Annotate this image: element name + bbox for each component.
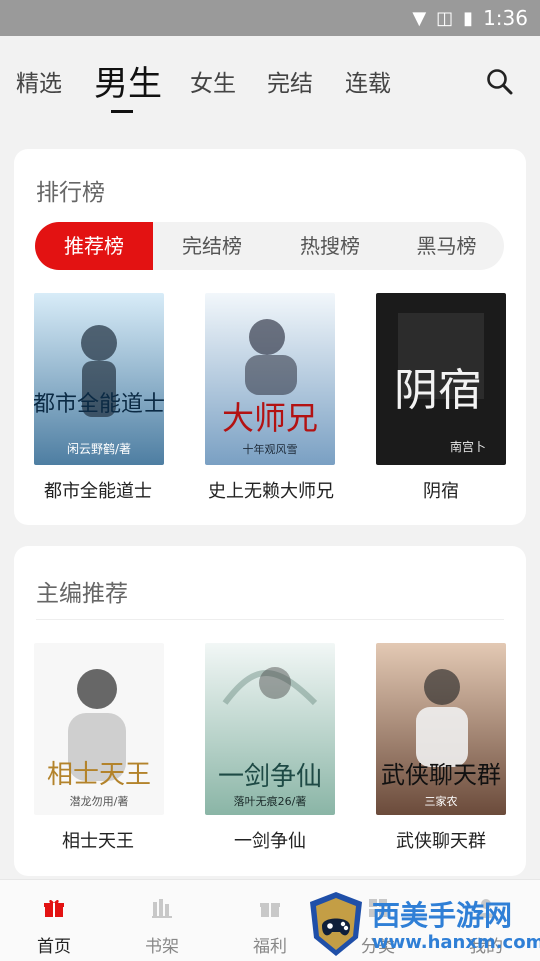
tab-featured[interactable]: 精选: [16, 64, 62, 98]
book-cover-author: 落叶无痕26/著: [234, 794, 307, 808]
book-cover-author: 三家农: [425, 794, 458, 808]
gift-icon: [258, 896, 282, 920]
watermark-url: www.hanxm.com: [372, 932, 540, 953]
book-title: 武侠聊天群: [396, 831, 486, 852]
book-cover-author: 十年观风雪: [243, 442, 298, 456]
book-cover-author: 南宫卜: [450, 439, 486, 454]
gamepad-logo-icon: [310, 892, 362, 956]
book-item[interactable]: 相士天王 潜龙勿用/著 相士天王: [34, 643, 164, 873]
nav-home[interactable]: 首页: [0, 880, 108, 961]
tab-complete-ranking[interactable]: 完结榜: [153, 222, 271, 270]
gift-icon: [42, 896, 66, 920]
book-cover[interactable]: 相士天王 潜龙勿用/著: [34, 643, 164, 815]
book-title: 相士天王: [62, 831, 134, 852]
tab-male[interactable]: 男生: [94, 56, 162, 105]
status-icons: ▼ ◫ ▮ 1:36: [412, 6, 528, 30]
tab-completed[interactable]: 完结: [267, 64, 313, 98]
book-cover-title: 阴宿: [394, 365, 482, 416]
book-cover-title: 都市全能道士: [34, 392, 164, 417]
tab-recommend-ranking[interactable]: 推荐榜: [35, 222, 153, 270]
book-item[interactable]: 大师兄 十年观风雪 史上无赖大师兄: [205, 293, 335, 503]
ranking-card: 排行榜 推荐榜 完结榜 热搜榜 黑马榜 都市全能道士 闲云野鹤/著 都市全能道士: [14, 149, 526, 525]
nav-home-label: 首页: [37, 937, 71, 957]
book-cover-title: 武侠聊天群: [381, 761, 501, 789]
tab-serial[interactable]: 连载: [345, 64, 391, 98]
book-item[interactable]: 阴宿 南宫卜 阴宿: [376, 293, 506, 503]
editor-recommend-title: 主编推荐: [36, 581, 128, 607]
book-title: 阴宿: [423, 481, 459, 502]
ranking-title: 排行榜: [36, 180, 105, 206]
clock: 1:36: [483, 6, 528, 30]
tab-dark-horse-ranking[interactable]: 黑马榜: [389, 222, 504, 270]
nav-bookshelf[interactable]: 书架: [108, 880, 216, 961]
tab-hot-search-ranking[interactable]: 热搜榜: [271, 222, 389, 270]
book-title: 一剑争仙: [234, 831, 306, 852]
active-tab-indicator: [111, 110, 133, 113]
book-title: 史上无赖大师兄: [208, 481, 334, 502]
bookshelf-icon: [150, 896, 174, 920]
book-item[interactable]: 都市全能道士 闲云野鹤/著 都市全能道士: [34, 293, 164, 503]
book-cover-title: 大师兄: [222, 399, 318, 437]
book-cover[interactable]: 大师兄 十年观风雪: [205, 293, 335, 465]
ranking-tabs: 推荐榜 完结榜 热搜榜 黑马榜: [35, 222, 504, 270]
status-bar: ▼ ◫ ▮ 1:36: [0, 0, 540, 36]
book-cover-author: 潜龙勿用/著: [70, 794, 129, 808]
book-cover-author: 闲云野鹤/著: [67, 441, 131, 456]
watermark: 西美手游网 www.hanxm.com: [300, 888, 540, 960]
book-cover-title: 相士天王: [47, 760, 151, 790]
editor-card: 主编推荐 相士天王 潜龙勿用/著 相士天王 一剑争仙 落叶无痕26/著 一剑争仙…: [14, 546, 526, 876]
wifi-icon: ▼: [412, 7, 427, 29]
section-divider: [36, 619, 504, 620]
signal-icon: ◫: [436, 7, 454, 29]
book-item[interactable]: 一剑争仙 落叶无痕26/著 一剑争仙: [205, 643, 335, 873]
book-cover[interactable]: 武侠聊天群 三家农: [376, 643, 506, 815]
book-cover-title: 一剑争仙: [218, 762, 322, 792]
nav-bookshelf-label: 书架: [145, 937, 179, 957]
search-icon[interactable]: [484, 66, 514, 96]
battery-icon: ▮: [463, 7, 474, 29]
watermark-title: 西美手游网: [372, 899, 513, 932]
tab-female[interactable]: 女生: [190, 64, 236, 98]
book-item[interactable]: 武侠聊天群 三家农 武侠聊天群: [376, 643, 506, 873]
book-title: 都市全能道士: [44, 481, 152, 502]
book-cover[interactable]: 阴宿 南宫卜: [376, 293, 506, 465]
book-cover[interactable]: 都市全能道士 闲云野鹤/著: [34, 293, 164, 465]
book-cover[interactable]: 一剑争仙 落叶无痕26/著: [205, 643, 335, 815]
top-navigation: 精选 男生 女生 完结 连载: [0, 36, 540, 128]
